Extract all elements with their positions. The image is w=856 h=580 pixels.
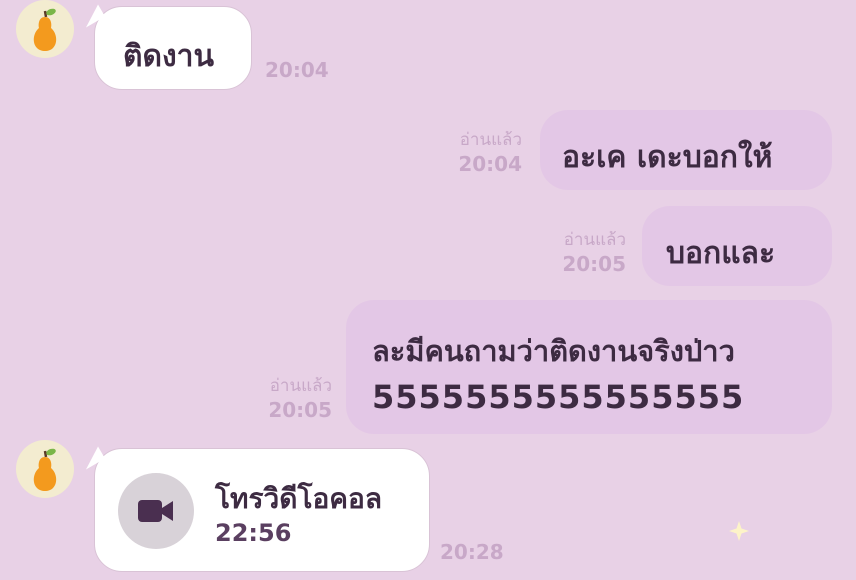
message-time: 20:04 <box>458 152 522 176</box>
message-bubble-outgoing[interactable]: อะเค เดะบอกให้ <box>540 110 832 190</box>
video-call-title: โทรวิดีโอคอล <box>215 482 383 515</box>
pear-icon <box>33 8 57 51</box>
message-meta: อ่านแล้ว 20:05 <box>562 228 626 276</box>
read-receipt: อ่านแล้ว <box>459 130 522 150</box>
message-text-line-2: 5555555555555555 <box>372 378 745 416</box>
pear-icon <box>33 448 57 491</box>
read-receipt: อ่านแล้ว <box>563 230 626 250</box>
message-text: อะเค เดะบอกให้ <box>562 140 773 175</box>
contact-avatar[interactable] <box>16 440 74 498</box>
video-call-icon-circle <box>118 473 194 549</box>
message-meta: อ่านแล้ว 20:04 <box>458 128 522 176</box>
message-time: 20:05 <box>268 398 332 422</box>
message-text: บอกและ <box>666 236 776 271</box>
message-bubble-outgoing[interactable]: ละมีคนถามว่าติดงานจริงป่าว 5555555555555… <box>346 300 832 434</box>
sparkle-icon <box>729 521 749 541</box>
message-time: 20:05 <box>562 252 626 276</box>
read-receipt: อ่านแล้ว <box>269 376 332 396</box>
video-call-bubble[interactable]: โทรวิดีโอคอล 22:56 <box>94 448 430 572</box>
message-text-line-1: ละมีคนถามว่าติดงานจริงป่าว <box>372 334 735 368</box>
message-time: 20:04 <box>265 58 329 82</box>
message-meta: อ่านแล้ว 20:05 <box>268 374 332 422</box>
message-text: ติดงาน <box>123 39 214 74</box>
message-bubble-outgoing[interactable]: บอกและ <box>642 206 832 286</box>
video-camera-icon <box>138 500 173 522</box>
message-bubble-incoming[interactable]: ติดงาน <box>94 6 252 90</box>
contact-avatar[interactable] <box>16 0 74 58</box>
video-call-time: 20:28 <box>440 540 504 564</box>
video-call-duration: 22:56 <box>215 519 292 547</box>
